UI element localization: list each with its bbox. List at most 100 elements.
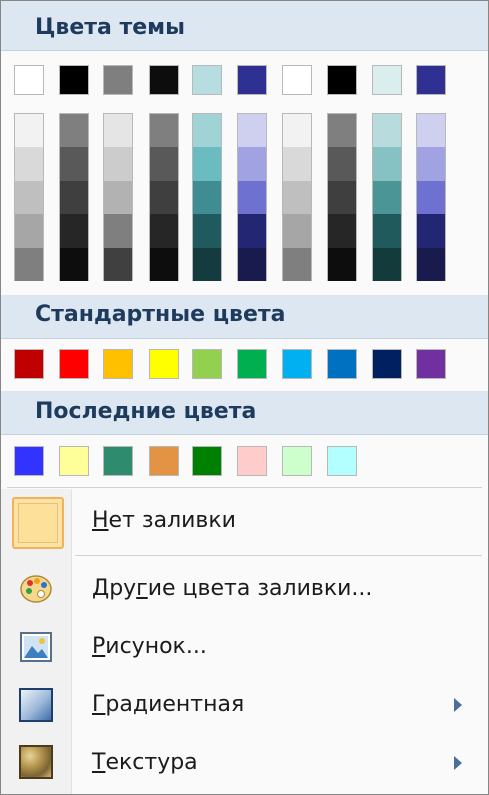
- no-fill-item[interactable]: Нет заливки: [1, 495, 488, 549]
- theme-color-swatch[interactable]: [149, 65, 179, 95]
- recent-color-swatch[interactable]: [59, 446, 89, 476]
- more-fill-colors-rest: ие цвета заливки...: [147, 576, 373, 601]
- theme-shade-swatch[interactable]: [60, 214, 88, 248]
- recent-color-swatch[interactable]: [14, 446, 44, 476]
- theme-shade-swatch[interactable]: [238, 114, 266, 148]
- no-fill-swatch-icon: [12, 497, 64, 549]
- theme-shade-swatch[interactable]: [193, 147, 221, 181]
- recent-color-swatch[interactable]: [237, 446, 267, 476]
- recent-color-swatch[interactable]: [103, 446, 133, 476]
- theme-shade-swatch[interactable]: [417, 247, 445, 281]
- theme-shade-swatch[interactable]: [150, 214, 178, 248]
- standard-color-swatch[interactable]: [237, 349, 267, 379]
- theme-shade-swatch[interactable]: [60, 247, 88, 281]
- theme-shade-swatch[interactable]: [15, 247, 43, 281]
- more-fill-colors-item[interactable]: Другие цвета заливки...: [1, 563, 488, 615]
- theme-shade-column: [416, 113, 446, 281]
- theme-shade-column: [59, 113, 89, 281]
- theme-shade-swatch[interactable]: [283, 114, 311, 148]
- theme-shade-swatch[interactable]: [193, 180, 221, 215]
- theme-color-swatch[interactable]: [192, 65, 222, 95]
- theme-shade-swatch[interactable]: [60, 114, 88, 148]
- theme-shade-swatch[interactable]: [283, 247, 311, 281]
- texture-rest: екстура: [105, 750, 198, 775]
- theme-shade-column: [327, 113, 357, 281]
- standard-color-swatch[interactable]: [416, 349, 446, 379]
- theme-shade-swatch[interactable]: [417, 147, 445, 181]
- theme-color-swatch[interactable]: [282, 65, 312, 95]
- gradient-icon: [19, 688, 53, 722]
- theme-shade-swatch[interactable]: [15, 214, 43, 248]
- standard-color-swatch[interactable]: [282, 349, 312, 379]
- theme-color-swatch[interactable]: [372, 65, 402, 95]
- theme-shade-swatch[interactable]: [283, 214, 311, 248]
- recent-color-swatch[interactable]: [192, 446, 222, 476]
- theme-shade-swatch[interactable]: [193, 114, 221, 148]
- theme-shade-swatch[interactable]: [150, 247, 178, 281]
- theme-shade-swatch[interactable]: [60, 147, 88, 181]
- theme-shade-swatch[interactable]: [238, 180, 266, 215]
- theme-shade-swatch[interactable]: [104, 247, 132, 281]
- theme-color-swatch[interactable]: [59, 65, 89, 95]
- theme-shade-swatch[interactable]: [417, 180, 445, 215]
- theme-color-swatch[interactable]: [237, 65, 267, 95]
- theme-shade-swatch[interactable]: [328, 247, 356, 281]
- theme-shade-swatch[interactable]: [15, 147, 43, 181]
- standard-color-swatch[interactable]: [14, 349, 44, 379]
- theme-color-swatch[interactable]: [416, 65, 446, 95]
- standard-color-swatch[interactable]: [192, 349, 222, 379]
- theme-shade-column: [192, 113, 222, 281]
- theme-shade-swatch[interactable]: [15, 180, 43, 215]
- theme-color-swatch[interactable]: [14, 65, 44, 95]
- recent-color-swatch[interactable]: [282, 446, 312, 476]
- texture-accel: Т: [92, 750, 106, 775]
- gradient-label: Градиентная: [92, 692, 244, 717]
- texture-item[interactable]: Текстура: [1, 737, 488, 789]
- standard-color-swatch[interactable]: [59, 349, 89, 379]
- theme-shade-swatch[interactable]: [238, 147, 266, 181]
- theme-shade-swatch[interactable]: [373, 180, 401, 215]
- theme-shade-swatch[interactable]: [283, 147, 311, 181]
- theme-shade-swatch[interactable]: [373, 247, 401, 281]
- theme-shade-swatch[interactable]: [193, 247, 221, 281]
- recent-color-swatch[interactable]: [327, 446, 357, 476]
- theme-shade-swatch[interactable]: [238, 247, 266, 281]
- theme-shade-swatch[interactable]: [328, 180, 356, 215]
- standard-color-swatch[interactable]: [149, 349, 179, 379]
- recent-color-swatch[interactable]: [149, 446, 179, 476]
- theme-shade-swatch[interactable]: [15, 114, 43, 148]
- theme-shade-swatch[interactable]: [328, 214, 356, 248]
- theme-shade-swatch[interactable]: [104, 214, 132, 248]
- gradient-item[interactable]: Градиентная: [1, 679, 488, 731]
- standard-color-swatch[interactable]: [103, 349, 133, 379]
- no-fill-rest: ет заливки: [108, 508, 236, 533]
- theme-shade-swatch[interactable]: [238, 214, 266, 248]
- standard-color-swatch[interactable]: [372, 349, 402, 379]
- theme-colors-title: Цвета темы: [35, 15, 186, 40]
- theme-shade-swatch[interactable]: [283, 180, 311, 215]
- theme-color-swatch[interactable]: [327, 65, 357, 95]
- theme-shade-swatch[interactable]: [193, 214, 221, 248]
- recent-colors-header: Последние цвета: [1, 391, 488, 435]
- theme-shade-swatch[interactable]: [417, 114, 445, 148]
- theme-shade-swatch[interactable]: [150, 147, 178, 181]
- theme-shade-swatch[interactable]: [417, 214, 445, 248]
- submenu-arrow-icon: [454, 756, 462, 770]
- picture-item[interactable]: Рисунок...: [1, 621, 488, 673]
- no-fill-accel: Н: [92, 508, 109, 533]
- theme-shade-swatch[interactable]: [328, 147, 356, 181]
- texture-icon: [19, 745, 53, 779]
- theme-color-swatch[interactable]: [103, 65, 133, 95]
- recent-colors-title: Последние цвета: [35, 399, 257, 424]
- theme-shade-swatch[interactable]: [150, 114, 178, 148]
- theme-shade-swatch[interactable]: [104, 114, 132, 148]
- theme-shade-swatch[interactable]: [373, 214, 401, 248]
- theme-shade-swatch[interactable]: [104, 147, 132, 181]
- theme-shade-swatch[interactable]: [373, 147, 401, 181]
- theme-shade-swatch[interactable]: [150, 180, 178, 215]
- theme-shade-swatch[interactable]: [373, 114, 401, 148]
- theme-shade-swatch[interactable]: [328, 114, 356, 148]
- standard-color-swatch[interactable]: [327, 349, 357, 379]
- theme-shade-swatch[interactable]: [104, 180, 132, 215]
- theme-shade-swatch[interactable]: [60, 180, 88, 215]
